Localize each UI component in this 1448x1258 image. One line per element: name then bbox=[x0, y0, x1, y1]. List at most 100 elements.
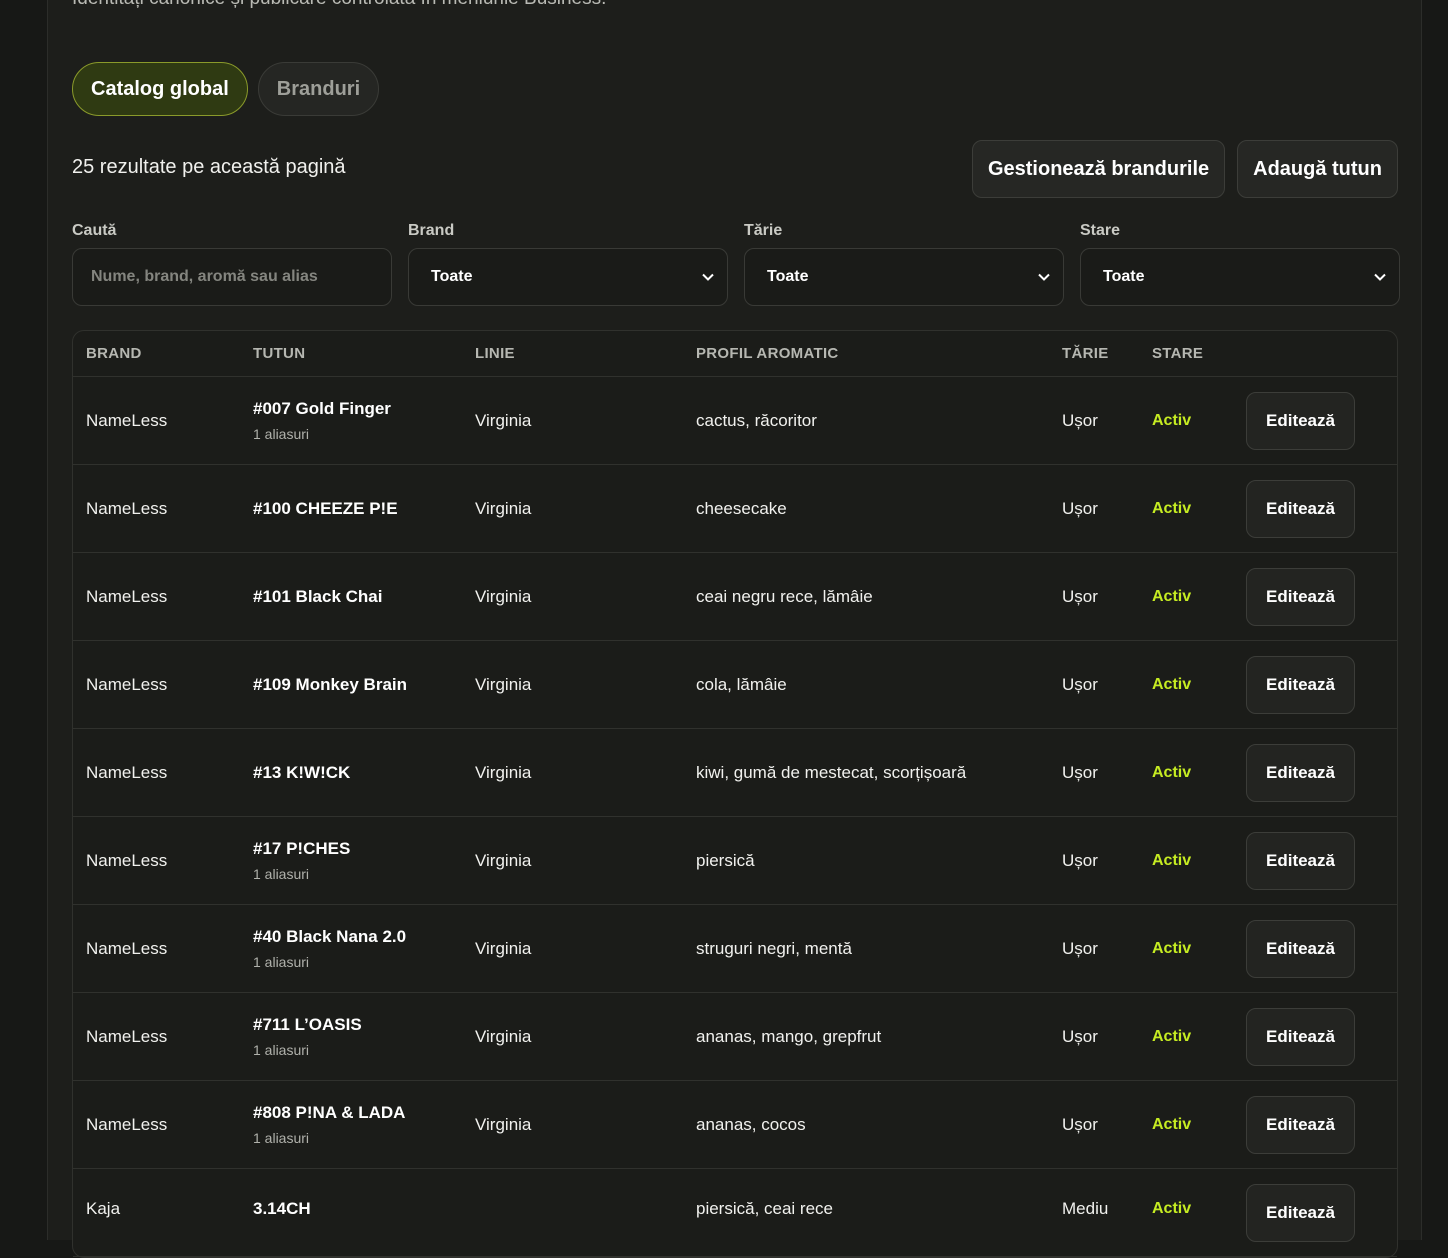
profile-cell: struguri negri, mentă bbox=[696, 938, 852, 958]
column-header-tutun[interactable]: TUTUN bbox=[253, 345, 305, 362]
table-row: NameLess #007 Gold Finger 1 aliasuri Vir… bbox=[73, 377, 1397, 465]
profile-cell: cactus, răcoritor bbox=[696, 410, 817, 430]
brand-cell: NameLess bbox=[86, 498, 168, 518]
tobacco-cell: #13 K!W!CK bbox=[253, 763, 350, 783]
edit-button[interactable]: Editează bbox=[1246, 1184, 1355, 1242]
filter-state: Stare Toate bbox=[1080, 222, 1400, 306]
strength-cell: Ușor bbox=[1062, 850, 1098, 870]
strength-label: Tărie bbox=[744, 222, 783, 239]
tobacco-cell: #17 P!CHES 1 aliasuri bbox=[253, 839, 350, 882]
brand-select[interactable]: Toate bbox=[408, 248, 728, 306]
tab-catalog-global[interactable]: Catalog global bbox=[72, 62, 248, 116]
brand-cell: NameLess bbox=[86, 410, 168, 430]
tobacco-name: #007 Gold Finger bbox=[253, 399, 391, 418]
tobacco-cell: 3.14CH bbox=[253, 1199, 311, 1219]
status-badge: Activ bbox=[1152, 939, 1192, 957]
strength-cell: Ușor bbox=[1062, 1026, 1098, 1046]
chevron-down-icon bbox=[702, 273, 714, 281]
profile-cell: ananas, cocos bbox=[696, 1114, 806, 1134]
state-select[interactable]: Toate bbox=[1080, 248, 1400, 306]
table-row: NameLess #100 CHEEZE P!E Virginia cheese… bbox=[73, 465, 1397, 553]
brand-cell: Kaja bbox=[86, 1199, 121, 1218]
brand-cell: NameLess bbox=[86, 1114, 168, 1134]
table-row: NameLess #13 K!W!CK Virginia kiwi, gumă … bbox=[73, 729, 1397, 817]
tobacco-cell: #007 Gold Finger 1 aliasuri bbox=[253, 399, 391, 442]
edit-button[interactable]: Editează bbox=[1246, 655, 1355, 714]
brand-cell: NameLess bbox=[86, 850, 168, 870]
strength-cell: Mediu bbox=[1062, 1199, 1109, 1218]
status-badge: Activ bbox=[1152, 1027, 1192, 1045]
tobacco-table: BRAND TUTUN LINIE PROFIL AROMATIC TĂRIE … bbox=[72, 330, 1398, 1258]
column-header-linie[interactable]: LINIE bbox=[475, 345, 515, 362]
brand-select-value: Toate bbox=[431, 268, 473, 285]
chevron-down-icon bbox=[1374, 273, 1386, 281]
profile-cell: cheesecake bbox=[696, 498, 787, 518]
search-input[interactable] bbox=[89, 267, 375, 287]
brand-cell: NameLess bbox=[86, 586, 168, 606]
status-badge: Activ bbox=[1152, 763, 1192, 781]
profile-cell: piersică, ceai rece bbox=[696, 1199, 834, 1218]
manage-brands-button[interactable]: Gestionează brandurile bbox=[971, 140, 1226, 198]
line-cell: Virginia bbox=[475, 1114, 532, 1134]
tobacco-name: #808 P!NA & LADA bbox=[253, 1103, 406, 1122]
alias-count: 1 aliasuri bbox=[253, 954, 310, 970]
status-badge: Activ bbox=[1152, 1200, 1192, 1217]
add-tobacco-button[interactable]: Adaugă tutun bbox=[1237, 140, 1398, 198]
line-cell: Virginia bbox=[475, 1026, 532, 1046]
tobacco-cell: #100 CHEEZE P!E bbox=[253, 499, 398, 519]
alias-count: 1 aliasuri bbox=[253, 1130, 310, 1146]
edit-button[interactable]: Editează bbox=[1246, 831, 1355, 890]
alias-count: 1 aliasuri bbox=[253, 1042, 310, 1058]
tobacco-name: #13 K!W!CK bbox=[253, 762, 351, 782]
brand-cell: NameLess bbox=[86, 762, 168, 782]
profile-cell: piersică bbox=[696, 850, 755, 870]
table-row: NameLess #17 P!CHES 1 aliasuri Virginia … bbox=[73, 817, 1397, 905]
strength-cell: Ușor bbox=[1062, 498, 1098, 518]
strength-cell: Ușor bbox=[1062, 938, 1098, 958]
edit-button[interactable]: Editează bbox=[1246, 567, 1355, 626]
filter-search: Caută bbox=[72, 222, 392, 306]
column-header-profil[interactable]: PROFIL AROMATIC bbox=[696, 345, 839, 362]
alias-count: 1 aliasuri bbox=[253, 426, 310, 442]
alias-count: 1 aliasuri bbox=[253, 866, 310, 882]
line-cell: Virginia bbox=[475, 586, 532, 606]
brand-label: Brand bbox=[408, 222, 455, 239]
strength-cell: Ușor bbox=[1062, 1114, 1098, 1134]
tobacco-cell: #808 P!NA & LADA 1 aliasuri bbox=[253, 1103, 405, 1146]
status-badge: Activ bbox=[1152, 851, 1192, 869]
edit-button[interactable]: Editează bbox=[1246, 1095, 1355, 1154]
search-label: Caută bbox=[72, 222, 117, 239]
column-header-brand[interactable]: BRAND bbox=[86, 345, 142, 362]
edit-button[interactable]: Editează bbox=[1246, 743, 1355, 802]
edit-button[interactable]: Editează bbox=[1246, 1007, 1355, 1066]
tobacco-cell: #109 Monkey Brain bbox=[253, 675, 407, 695]
status-badge: Activ bbox=[1152, 587, 1192, 605]
edit-button[interactable]: Editează bbox=[1246, 391, 1355, 450]
status-badge: Activ bbox=[1152, 411, 1192, 429]
status-badge: Activ bbox=[1152, 1115, 1192, 1133]
tobacco-name: #100 CHEEZE P!E bbox=[253, 498, 398, 518]
profile-cell: cola, lămâie bbox=[696, 674, 787, 694]
profile-cell: ananas, mango, grepfrut bbox=[696, 1026, 882, 1046]
table-row: NameLess #711 L’OASIS 1 aliasuri Virgini… bbox=[73, 993, 1397, 1081]
tab-branduri[interactable]: Branduri bbox=[257, 62, 380, 116]
strength-select[interactable]: Toate bbox=[744, 248, 1064, 306]
profile-cell: ceai negru rece, lămâie bbox=[696, 586, 873, 606]
edit-button[interactable]: Editează bbox=[1246, 919, 1355, 978]
tobacco-name: #40 Black Nana 2.0 bbox=[253, 927, 407, 946]
brand-cell: NameLess bbox=[86, 1026, 168, 1046]
brand-cell: NameLess bbox=[86, 674, 168, 694]
tobacco-cell: #711 L’OASIS 1 aliasuri bbox=[253, 1015, 362, 1058]
edit-button[interactable]: Editează bbox=[1246, 479, 1355, 538]
table-row: NameLess #101 Black Chai Virginia ceai n… bbox=[73, 553, 1397, 641]
column-header-stare[interactable]: STARE bbox=[1152, 345, 1203, 362]
results-count: 25 rezultate pe această pagină bbox=[72, 156, 346, 178]
column-header-tarie[interactable]: TĂRIE bbox=[1062, 345, 1109, 362]
table-header: BRAND TUTUN LINIE PROFIL AROMATIC TĂRIE … bbox=[73, 331, 1397, 377]
table-row: NameLess #808 P!NA & LADA 1 aliasuri Vir… bbox=[73, 1081, 1397, 1169]
tobacco-cell: #101 Black Chai bbox=[253, 587, 382, 607]
tobacco-name: #101 Black Chai bbox=[253, 586, 383, 606]
state-select-value: Toate bbox=[1103, 268, 1145, 285]
table-row: Kaja 3.14CH piersică, ceai rece Mediu Ac… bbox=[73, 1169, 1397, 1257]
line-cell: Virginia bbox=[475, 674, 532, 694]
